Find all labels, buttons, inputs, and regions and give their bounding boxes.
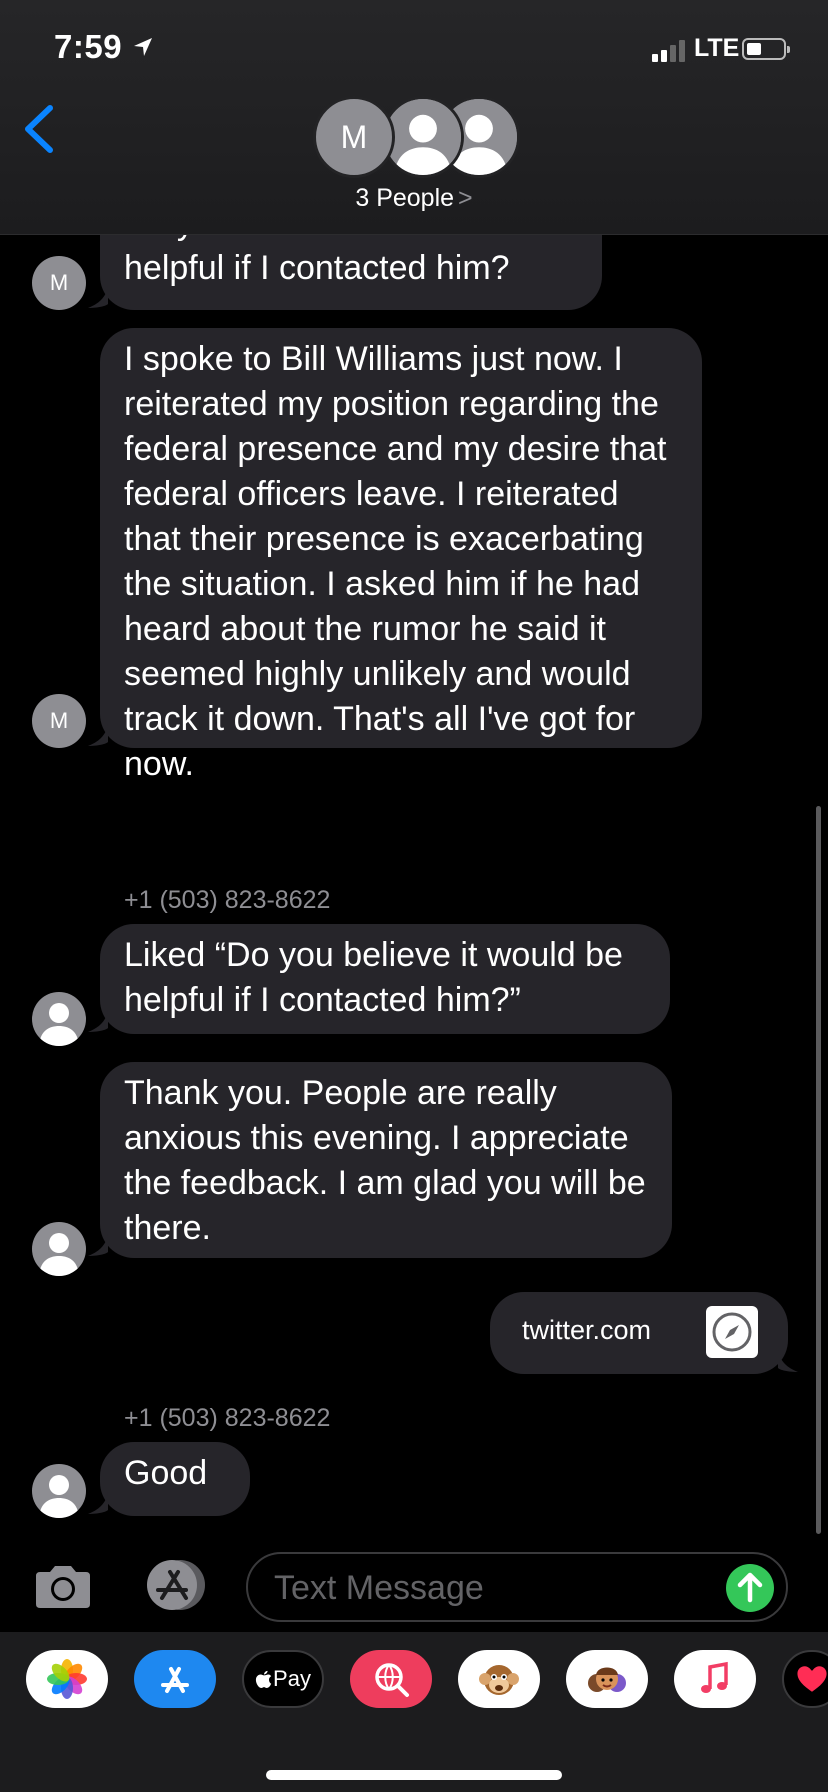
photos-app-icon[interactable] [26,1650,108,1708]
bubble-tail [778,1350,798,1372]
participant-avatar-m[interactable]: M [313,96,395,178]
apple-pay-label: Pay [273,1666,311,1691]
send-button[interactable] [726,1564,774,1612]
animoji-icon[interactable] [458,1650,540,1708]
app-store-icon[interactable] [134,1650,216,1708]
message-bubble[interactable]: Thank you. People are really anxious thi… [100,1062,672,1258]
status-time: 7:59 [54,28,123,65]
scrollbar[interactable] [816,806,821,1534]
camera-icon[interactable] [32,1564,94,1610]
conversation-header: 7:59 LTE M 3 People > [0,0,828,235]
bubble-tail [88,1010,108,1032]
message-bubble[interactable]: I spoke to Bill Williams just now. I rei… [100,328,702,783]
app-store-button-icon[interactable] [140,1558,212,1612]
bubble-tail [88,1234,108,1256]
sender-avatar[interactable] [32,992,86,1046]
message-bubble[interactable]: Do you believe it would be helpful if I … [100,234,602,310]
message-text: I spoke to Bill Williams just now. I rei… [124,340,667,783]
bubble-tail [88,1492,108,1514]
memoji-icon[interactable] [566,1650,648,1708]
cellular-signal-icon [652,40,688,62]
message-text: Thank you. People are really anxious thi… [124,1074,646,1247]
message-text: Good [124,1454,208,1492]
bubble-tail [88,286,108,308]
sender-avatar[interactable]: M [32,256,86,310]
group-label: 3 People [355,184,455,212]
message-text: Liked “Do you believe it would be helpfu… [124,936,623,1019]
web-search-icon[interactable] [350,1650,432,1708]
home-indicator[interactable] [266,1770,562,1780]
message-thread[interactable]: Do you believe it would be helpful if I … [0,234,828,1534]
sender-avatar[interactable] [32,1222,86,1276]
sender-avatar[interactable]: M [32,694,86,748]
back-chevron-icon[interactable] [20,104,60,154]
message-input-field[interactable] [246,1552,788,1622]
message-text: Do you believe it would be helpful if I … [124,234,521,287]
link-domain: twitter.com [522,1315,652,1345]
chevron-right-icon: > [458,184,473,212]
bubble-tail [88,724,108,746]
digital-touch-icon[interactable] [782,1650,828,1708]
compass-icon [706,1306,758,1358]
network-type: LTE [694,34,740,62]
group-name-button[interactable]: 3 People > [0,184,828,213]
apple-pay-icon[interactable]: Pay [242,1650,324,1708]
location-arrow-icon [134,38,152,56]
sender-avatar[interactable] [32,1464,86,1518]
sender-phone-label: +1 (503) 823-8622 [124,886,331,914]
sender-phone-label: +1 (503) 823-8622 [124,1404,331,1432]
apple-logo-icon [255,1670,272,1688]
message-input[interactable] [272,1566,696,1610]
link-preview-bubble[interactable]: twitter.com [490,1292,788,1374]
message-bubble[interactable]: Good [100,1442,250,1516]
battery-icon [742,38,790,60]
compose-bar [0,1534,828,1632]
music-icon[interactable] [674,1650,756,1708]
message-bubble[interactable]: Liked “Do you believe it would be helpfu… [100,924,670,1034]
imessage-app-drawer: Pay [0,1632,828,1792]
arrow-up-icon [737,1572,763,1603]
